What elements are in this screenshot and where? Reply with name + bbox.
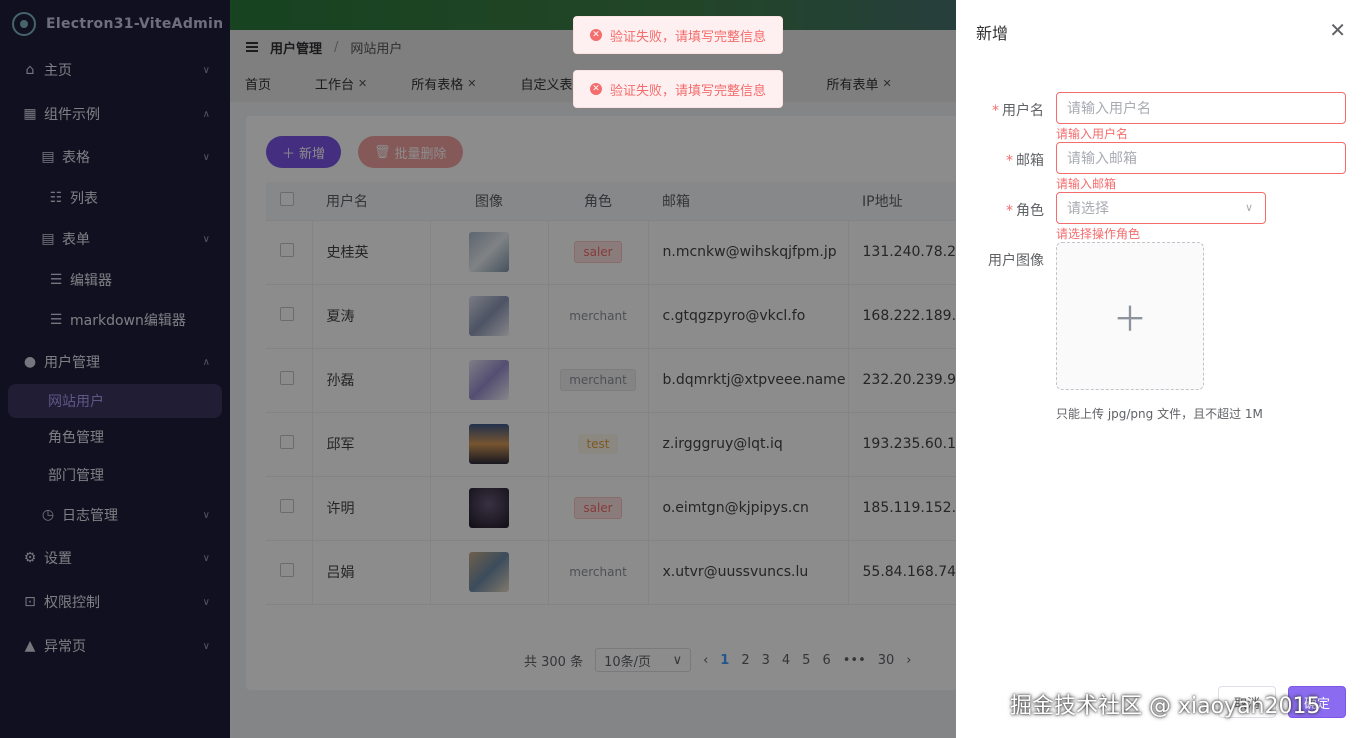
username-placeholder: 请输入用户名 xyxy=(1067,101,1151,117)
avatar-uploader[interactable]: ＋ xyxy=(1056,242,1204,390)
email-error: 请输入邮箱 xyxy=(1056,177,1117,191)
role-placeholder: 请选择 xyxy=(1067,201,1109,217)
role-label: * 角色 xyxy=(1006,200,1044,220)
error-icon: ✕ xyxy=(590,83,602,95)
role-error: 请选择操作角色 xyxy=(1056,227,1141,241)
email-label: * 邮箱 xyxy=(1006,150,1044,170)
upload-tip: 只能上传 jpg/png 文件，且不超过 1M xyxy=(1056,407,1263,421)
username-label-text: 用户名 xyxy=(1002,103,1044,119)
role-select[interactable]: 请选择 ∨ xyxy=(1056,192,1266,224)
avatar-label: 用户图像 xyxy=(988,253,1044,269)
email-input[interactable]: 请输入邮箱 xyxy=(1056,142,1346,174)
required-mark: * xyxy=(1006,203,1013,219)
chevron-down-icon: ∨ xyxy=(1244,201,1253,214)
watermark-text: 掘金技术社区 @ xiaoyan2015 xyxy=(1010,694,1321,719)
error-toast: ✕ 验证失败，请填写完整信息 xyxy=(573,16,784,54)
plus-icon: ＋ xyxy=(1113,299,1147,340)
username-label: * 用户名 xyxy=(992,100,1044,120)
role-label-text: 角色 xyxy=(1016,203,1044,219)
error-icon: ✕ xyxy=(590,29,602,41)
toast-text: 验证失败，请填写完整信息 xyxy=(610,29,767,45)
error-toast: ✕ 验证失败，请填写完整信息 xyxy=(573,70,784,108)
toast-text: 验证失败，请填写完整信息 xyxy=(610,83,767,99)
close-icon[interactable]: ✕ xyxy=(1329,18,1346,42)
required-mark: * xyxy=(992,103,999,119)
email-label-text: 邮箱 xyxy=(1016,153,1044,169)
email-placeholder: 请输入邮箱 xyxy=(1067,151,1137,167)
drawer-title: 新增 xyxy=(976,24,1009,43)
required-mark: * xyxy=(1006,153,1013,169)
add-user-drawer: 新增 ✕ * 用户名 请输入用户名 请输入用户名 * 邮箱 请输入邮箱 请输入邮箱 … xyxy=(956,0,1366,738)
username-error: 请输入用户名 xyxy=(1056,127,1129,141)
username-input[interactable]: 请输入用户名 xyxy=(1056,92,1346,124)
